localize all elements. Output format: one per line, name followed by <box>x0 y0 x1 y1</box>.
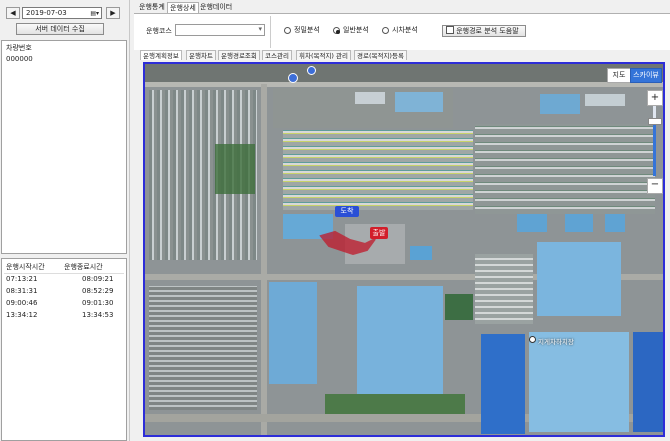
subtab-route-query[interactable]: 운행경로조회 <box>218 50 260 60</box>
prev-date-button[interactable]: ◀ <box>6 7 20 19</box>
zoom-slider-handle[interactable] <box>648 118 662 125</box>
subtab-plan-info[interactable]: 운행계획정보 <box>140 50 182 60</box>
subtab-chart[interactable]: 운행차트 <box>186 50 216 60</box>
route-line <box>319 230 376 256</box>
satellite-map[interactable]: 도착 출발 지게차하치장 지도 스카이뷰 + − <box>143 62 665 437</box>
map-type-map-button[interactable]: 지도 <box>607 68 631 83</box>
radio-time-diff[interactable] <box>382 27 389 34</box>
left-panel: ◀ 2019-07-03 ▤▾ ▶ 서버 데이터 수집 차량번호 000000 … <box>0 0 130 441</box>
arrive-marker[interactable]: 도착 <box>335 206 359 217</box>
trip-list[interactable]: 운행시작시간 운행종료시간 07:13:21 08:09:21 08:31:31… <box>1 258 127 441</box>
subtab-destination-mgmt[interactable]: 휘차(목적지) 관리 <box>296 50 351 60</box>
help-icon <box>446 26 454 34</box>
date-picker[interactable]: 2019-07-03 ▤▾ <box>22 7 102 19</box>
tab-data[interactable]: 운행데이터 <box>198 2 234 13</box>
subtab-route-register[interactable]: 경로(목적지)등록 <box>354 50 407 60</box>
place-pin-icon <box>529 336 536 343</box>
map-type-skyview-button[interactable]: 스카이뷰 <box>630 68 662 83</box>
calendar-icon[interactable]: ▤▾ <box>90 8 99 19</box>
course-select[interactable]: ▾ <box>175 24 265 36</box>
route-help-label: 운행경로 분석 도움말 <box>456 27 519 35</box>
poi-icon[interactable] <box>307 66 316 75</box>
chevron-down-icon: ▾ <box>258 25 262 33</box>
place-label: 지게차하치장 <box>538 338 574 346</box>
zoom-in-button[interactable]: + <box>647 90 663 106</box>
depart-marker[interactable]: 출발 <box>370 227 388 239</box>
route-path <box>319 230 376 256</box>
subtab-course-mgmt[interactable]: 코스관리 <box>262 50 292 60</box>
radio-general[interactable] <box>333 27 340 34</box>
zoom-out-button[interactable]: − <box>647 178 663 194</box>
vehicle-list[interactable]: 차량번호 000000 <box>1 40 127 254</box>
trip-start-cell[interactable]: 13:34:12 <box>6 309 37 322</box>
radio-precise[interactable] <box>284 27 291 34</box>
collect-server-data-button[interactable]: 서버 데이터 수집 <box>16 23 104 35</box>
route-help-button[interactable]: 운행경로 분석 도움말 <box>442 25 526 37</box>
transit-icon[interactable] <box>288 73 298 83</box>
tab-stats[interactable]: 운행통계 <box>137 2 167 13</box>
divider <box>270 16 271 48</box>
next-date-button[interactable]: ▶ <box>106 7 120 19</box>
course-label: 운행코스 <box>146 27 172 35</box>
radio-general-label: 일반분석 <box>343 26 369 34</box>
radio-precise-label: 정밀분석 <box>294 26 320 34</box>
tab-detail[interactable]: 운행상세 <box>167 2 199 13</box>
radio-time-diff-label: 시차분석 <box>392 26 418 34</box>
vehicle-row[interactable]: 000000 <box>6 53 33 66</box>
zoom-slider-fill <box>653 122 656 176</box>
date-value: 2019-07-03 <box>26 9 67 17</box>
trip-end-cell[interactable]: 13:34:53 <box>82 309 113 322</box>
